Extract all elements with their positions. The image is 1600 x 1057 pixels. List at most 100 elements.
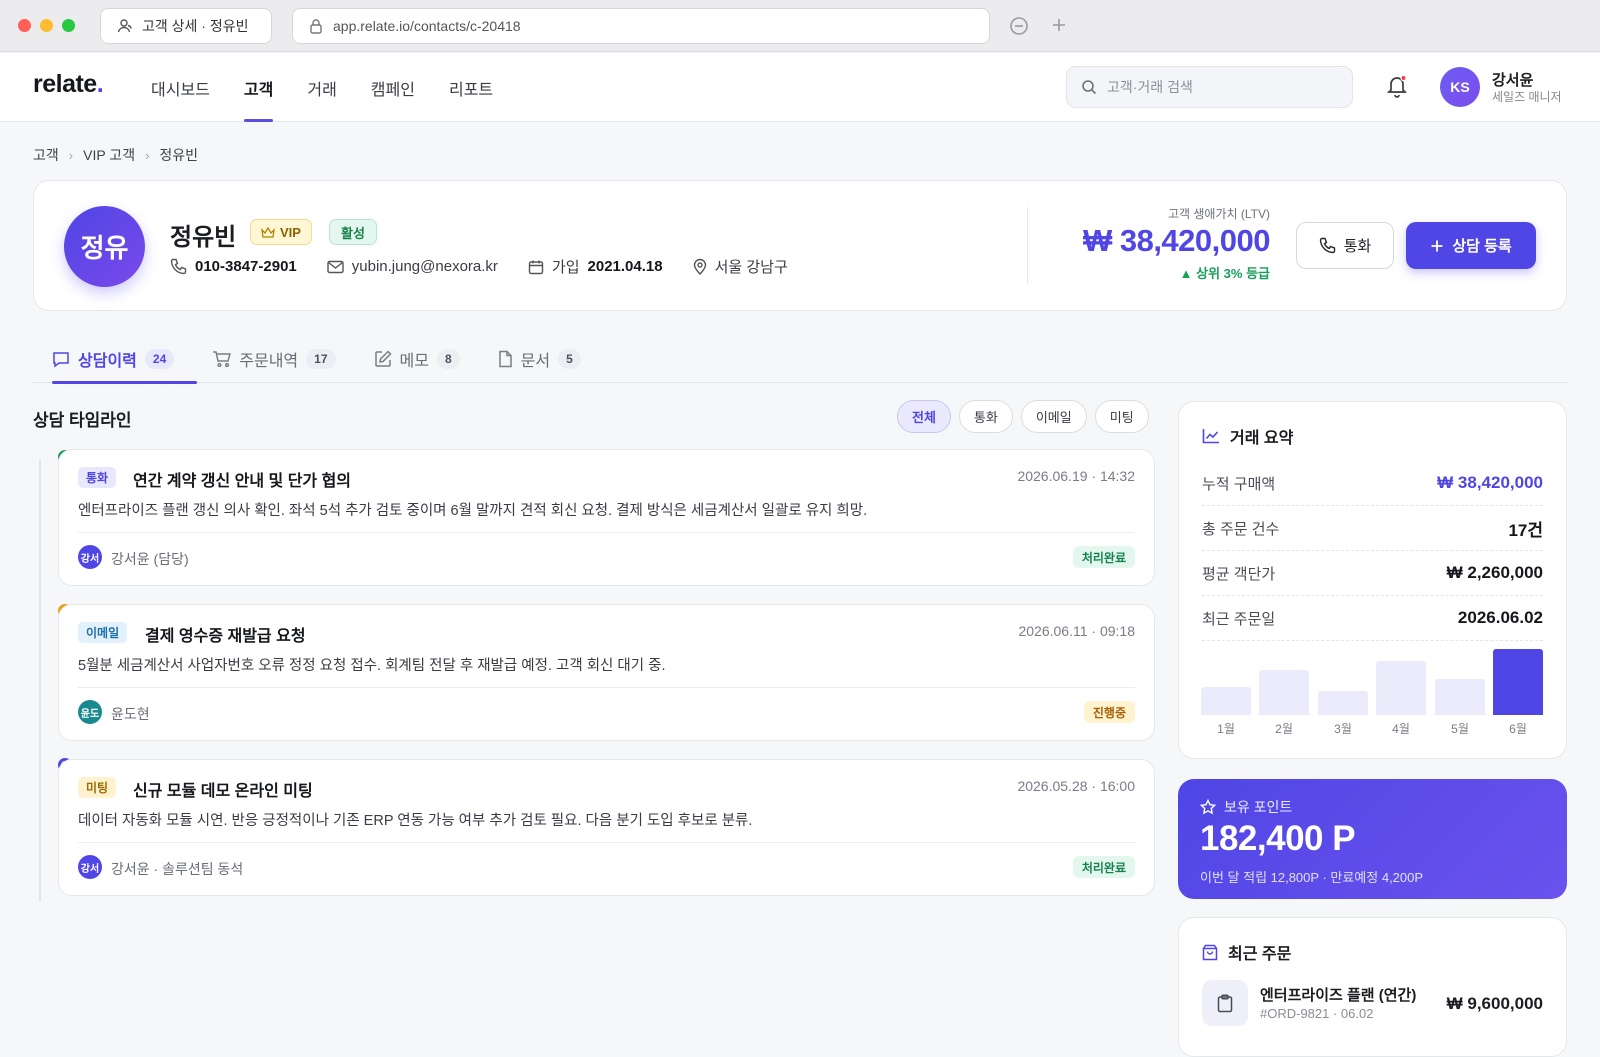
nav-dashboard[interactable]: 대시보드: [151, 53, 210, 122]
timeline-entry[interactable]: 이메일 결제 영수증 재발급 요청 2026.06.11 · 09:18 5월분…: [58, 604, 1155, 741]
nav-customers[interactable]: 고객: [243, 53, 274, 122]
nav-reports[interactable]: 리포트: [449, 53, 493, 122]
search-icon: [1082, 80, 1097, 95]
summary-value: 17건: [1508, 520, 1543, 540]
map-pin-icon: [693, 258, 706, 275]
customer-meta: 010-3847-2901 yubin.jung@nexora.kr 가입 20…: [170, 256, 788, 277]
ltv-rank: ▲ 상위 3% 등급: [1179, 266, 1270, 281]
join-label: 가입: [551, 259, 580, 276]
shopping-bag-icon: [1202, 944, 1218, 960]
minimize-window-button[interactable]: [40, 19, 53, 32]
address-bar[interactable]: app.relate.io/contacts/c-20418: [292, 8, 990, 44]
divider: [78, 842, 1135, 843]
timeline-entry[interactable]: 미팅 신규 모듈 데모 온라인 미팅 2026.05.28 · 16:00 데이…: [58, 759, 1155, 896]
summary-value: ₩ 2,260,000: [1446, 563, 1543, 582]
entry-owner: 윤도현: [111, 706, 150, 722]
vip-badge-label: VIP: [280, 224, 301, 240]
entry-body: 엔터프라이즈 플랜 갱신 의사 확인. 좌석 5석 추가 검토 중이며 6월 말…: [78, 503, 868, 519]
app-logo[interactable]: relate.: [33, 70, 104, 99]
customer-avatar: 정유: [64, 206, 145, 287]
summary-row: 누적 구매액 ₩ 38,420,000: [1202, 461, 1543, 506]
ltv-label: 고객 생애가치 (LTV): [1167, 207, 1270, 221]
tab-count: 8: [436, 348, 460, 369]
tab-orders[interactable]: 주문내역 17: [193, 334, 354, 383]
notification-bell-icon[interactable]: [1385, 73, 1409, 99]
chart-bar: [1318, 691, 1368, 715]
breadcrumb-customers[interactable]: 고객: [33, 145, 59, 165]
summary-title: 거래 요약: [1230, 430, 1294, 447]
search-input[interactable]: 고객·거래 검색: [1066, 66, 1353, 108]
filter-call[interactable]: 통화: [958, 400, 1013, 433]
summary-row: 최근 주문일 2026.06.02: [1202, 596, 1543, 641]
document-icon: [498, 350, 512, 367]
nav-deals[interactable]: 거래: [307, 53, 336, 122]
entry-title: 결제 영수증 재발급 요청: [145, 628, 306, 645]
points-label: 보유 포인트: [1224, 799, 1293, 815]
timeline-title: 상담 타임라인: [33, 411, 132, 430]
browser-chrome: 고객 상세 · 정유빈 app.relate.io/contacts/c-204…: [0, 0, 1600, 52]
order-name: 엔터프라이즈 플랜 (연간): [1260, 987, 1417, 1004]
summary-label: 평균 객단가: [1202, 565, 1276, 583]
chart-category-label: 1월: [1217, 722, 1235, 736]
user-name: 강서윤: [1492, 72, 1534, 89]
entry-owner: 강서윤 · 솔루션팀 동석: [111, 861, 244, 877]
entry-body: 데이터 자동화 모듈 시연. 반응 긍정적이나 기존 ERP 연동 가능 여부 …: [78, 813, 753, 829]
nav-campaigns[interactable]: 캠페인: [371, 53, 415, 122]
email-address: yubin.jung@nexora.kr: [351, 258, 498, 275]
entry-date: 2026.05.28 · 16:00: [1017, 778, 1135, 794]
chart-bar: [1376, 661, 1426, 715]
entry-owner: 강서윤 (담당): [111, 551, 189, 567]
user-avatar[interactable]: KS: [1440, 67, 1480, 107]
tab-consultation-history[interactable]: 상담이력 24: [33, 334, 198, 384]
tab-count: 24: [144, 348, 175, 369]
tab-label: 메모: [399, 352, 429, 370]
breadcrumb-current: 정유빈: [159, 147, 199, 163]
chart-bar: [1201, 687, 1251, 715]
status-badge: 처리완료: [1072, 856, 1135, 878]
call-button-label: 통화: [1343, 238, 1372, 255]
browser-tab[interactable]: 고객 상세 · 정유빈: [100, 8, 272, 44]
tab-label: 문서: [520, 352, 551, 370]
points-card: 보유 포인트 182,400 P 이번 달 적립 12,800P · 만료예정 …: [1178, 779, 1567, 899]
calendar-icon: [528, 260, 544, 274]
maximize-window-button[interactable]: [62, 19, 75, 32]
filter-all[interactable]: 전체: [897, 400, 951, 433]
entry-date: 2026.06.11 · 09:18: [1018, 623, 1135, 639]
url-text: app.relate.io/contacts/c-20418: [333, 18, 521, 34]
add-consultation-button[interactable]: 상담 등록: [1406, 222, 1536, 269]
minus-circle-icon[interactable]: [1009, 16, 1029, 40]
breadcrumb-vip[interactable]: VIP 고객: [83, 145, 135, 165]
entry-title: 신규 모듈 데모 온라인 미팅: [133, 783, 313, 800]
logo-text: relate: [33, 70, 97, 98]
join-date: 2021.04.18: [587, 258, 663, 275]
divider: [78, 532, 1135, 533]
trend-chart-icon: [1202, 429, 1219, 444]
panel-title: 거래 요약: [1202, 424, 1293, 448]
breadcrumb: 고객 › VIP 고객 › 정유빈: [33, 145, 198, 165]
tab-memo[interactable]: 메모 8: [355, 334, 479, 383]
tab-documents[interactable]: 문서 5: [479, 334, 600, 383]
tab-count: 5: [558, 348, 581, 369]
recent-orders-panel: 최근 주문 엔터프라이즈 플랜 (연간) #ORD-9821 · 06.02 ₩…: [1178, 917, 1567, 1057]
divider: [78, 687, 1135, 688]
chart-bar: [1259, 670, 1309, 715]
star-icon: [1200, 799, 1216, 815]
entry-type-badge: 이메일: [78, 622, 128, 643]
call-button[interactable]: 통화: [1296, 222, 1394, 269]
filter-email[interactable]: 이메일: [1020, 400, 1087, 433]
filter-meeting[interactable]: 미팅: [1094, 400, 1149, 433]
email-info[interactable]: yubin.jung@nexora.kr: [327, 258, 498, 275]
timeline-entry[interactable]: 통화 연간 계약 갱신 안내 및 단가 협의 2026.06.19 · 14:3…: [58, 449, 1155, 586]
join-info: 가입 2021.04.18: [528, 256, 663, 277]
chart-bar: [1435, 679, 1485, 715]
location: 서울 강남구: [714, 259, 788, 276]
phone-info[interactable]: 010-3847-2901: [170, 258, 297, 275]
phone-icon: [1319, 237, 1335, 254]
new-tab-plus-icon[interactable]: [1050, 16, 1068, 38]
close-window-button[interactable]: [18, 19, 31, 32]
chart-category-label: 6월: [1509, 722, 1527, 736]
order-item[interactable]: 엔터프라이즈 플랜 (연간) #ORD-9821 · 06.02 ₩ 9,600…: [1202, 980, 1543, 1026]
vip-badge: VIP: [250, 219, 312, 245]
chart-category-label: 4월: [1392, 722, 1410, 736]
logo-dot: .: [96, 70, 104, 98]
